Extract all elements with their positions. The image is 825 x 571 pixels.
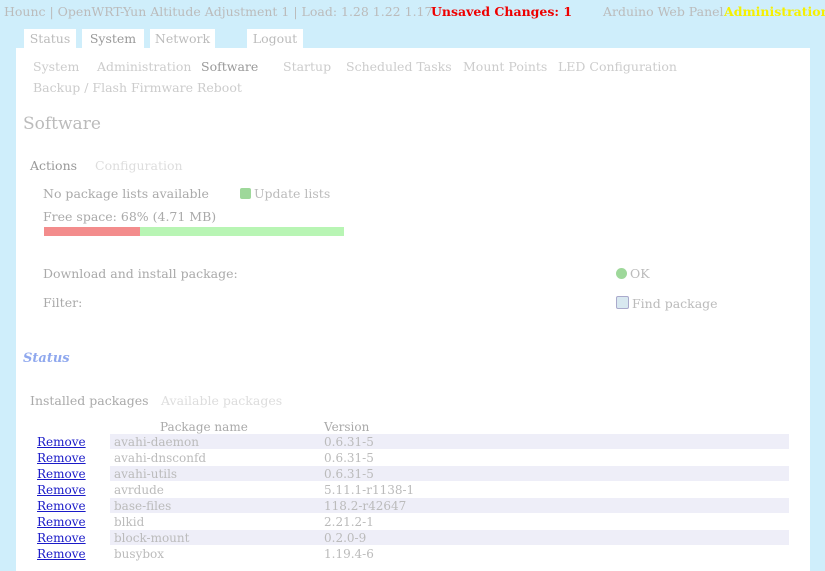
table-row: Remove base-files 118.2-r42647 xyxy=(33,497,789,514)
package-name-cell: avahi-utils xyxy=(110,465,320,482)
package-name-cell: busybox xyxy=(110,545,320,562)
subnav-scheduled-tasks[interactable]: Scheduled Tasks xyxy=(346,59,452,74)
package-version-cell: 5.11.1-r1138-1 xyxy=(320,481,789,498)
no-package-lists-label: No package lists available xyxy=(43,186,209,201)
table-row: Remove avahi-daemon 0.6.31-5 xyxy=(33,434,789,450)
subnav-system[interactable]: System xyxy=(33,59,79,74)
table-row: Remove avahi-utils 0.6.31-5 xyxy=(33,465,789,482)
subnav-led-configuration[interactable]: LED Configuration xyxy=(558,59,677,74)
package-version-cell: 1.19.4-6 xyxy=(320,545,789,562)
installed-packages-table: Package name Version Remove avahi-daemon 0… xyxy=(33,420,789,562)
remove-link[interactable]: Remove xyxy=(37,531,86,545)
ok-button[interactable]: OK xyxy=(616,266,650,281)
table-header-package-name: Package name xyxy=(160,420,248,434)
checkmark-icon xyxy=(616,268,627,279)
refresh-icon xyxy=(240,188,251,199)
table-row: Remove block-mount 0.2.0-9 xyxy=(33,529,789,546)
administration-link[interactable]: Administration xyxy=(724,4,825,19)
table-row: Remove avrdude 5.11.1-r1138-1 xyxy=(33,481,789,498)
tab-status[interactable]: Status xyxy=(24,29,76,49)
download-install-label: Download and install package: xyxy=(43,266,238,281)
remove-link[interactable]: Remove xyxy=(37,547,86,561)
tab-system[interactable]: System xyxy=(82,29,144,49)
page-title: Software xyxy=(23,114,101,134)
package-version-cell: 0.6.31-5 xyxy=(320,434,789,450)
remove-cell: Remove xyxy=(33,513,110,530)
remove-link[interactable]: Remove xyxy=(37,483,86,497)
package-name-cell: avahi-dnsconfd xyxy=(110,449,320,466)
package-name-cell: blkid xyxy=(110,513,320,530)
subnav-mount-points[interactable]: Mount Points xyxy=(463,59,547,74)
tab-installed-packages[interactable]: Installed packages xyxy=(30,393,149,408)
subnav-startup[interactable]: Startup xyxy=(283,59,331,74)
tab-network[interactable]: Network xyxy=(150,29,215,49)
subnav-administration[interactable]: Administration xyxy=(97,59,191,74)
update-lists-label: Update lists xyxy=(254,186,331,201)
search-icon xyxy=(616,296,629,309)
remove-link[interactable]: Remove xyxy=(37,515,86,529)
find-package-button[interactable]: Find package xyxy=(616,296,718,311)
remove-cell: Remove xyxy=(33,465,110,482)
package-version-cell: 0.6.31-5 xyxy=(320,449,789,466)
remove-link[interactable]: Remove xyxy=(37,499,86,513)
web-panel-link[interactable]: Arduino Web Panel xyxy=(603,4,724,19)
main-tabs: Status System Network Logout xyxy=(0,29,825,49)
tab-actions[interactable]: Actions xyxy=(30,158,77,173)
status-heading: Status xyxy=(23,351,70,366)
remove-cell: Remove xyxy=(33,449,110,466)
free-space-bar xyxy=(44,227,344,236)
tab-available-packages[interactable]: Available packages xyxy=(161,393,282,408)
tab-logout[interactable]: Logout xyxy=(247,29,303,49)
package-rows: Remove avahi-daemon 0.6.31-5 Remove avahi-dn… xyxy=(33,434,789,562)
host-info: Hounc | OpenWRT-Yun Altitude Adjustment … xyxy=(4,4,433,19)
remove-cell: Remove xyxy=(33,545,110,562)
package-version-cell: 118.2-r42647 xyxy=(320,497,789,514)
table-header-blank xyxy=(33,420,110,434)
free-space-label: Free space: 68% (4.71 MB) xyxy=(43,209,217,224)
package-name-cell: block-mount xyxy=(110,529,320,546)
package-version-cell: 2.21.2-1 xyxy=(320,513,789,530)
remove-link[interactable]: Remove xyxy=(37,435,86,449)
package-name-cell: base-files xyxy=(110,497,320,514)
subnav-software[interactable]: Software xyxy=(201,59,258,74)
table-header-version: Version xyxy=(324,420,370,434)
remove-cell: Remove xyxy=(33,481,110,498)
find-package-label: Find package xyxy=(632,296,718,311)
unsaved-changes-link[interactable]: Unsaved Changes: 1 xyxy=(431,4,572,19)
remove-link[interactable]: Remove xyxy=(37,451,86,465)
tab-configuration[interactable]: Configuration xyxy=(95,158,183,173)
remove-cell: Remove xyxy=(33,497,110,514)
package-version-cell: 0.2.0-9 xyxy=(320,529,789,546)
table-row: Remove busybox 1.19.4-6 xyxy=(33,545,789,562)
top-header: Hounc | OpenWRT-Yun Altitude Adjustment … xyxy=(0,0,825,24)
package-name-cell: avahi-daemon xyxy=(110,434,320,450)
ok-label: OK xyxy=(630,266,650,281)
subnav-backup-flash[interactable]: Backup / Flash Firmware xyxy=(33,80,193,95)
update-lists-button[interactable]: Update lists xyxy=(240,186,330,201)
subnav-reboot[interactable]: Reboot xyxy=(197,80,242,95)
table-row: Remove blkid 2.21.2-1 xyxy=(33,513,789,530)
free-space-used xyxy=(44,227,140,236)
table-row: Remove avahi-dnsconfd 0.6.31-5 xyxy=(33,449,789,466)
remove-cell: Remove xyxy=(33,434,110,450)
package-version-cell: 0.6.31-5 xyxy=(320,465,789,482)
remove-link[interactable]: Remove xyxy=(37,467,86,481)
remove-cell: Remove xyxy=(33,529,110,546)
package-name-cell: avrdude xyxy=(110,481,320,498)
filter-label: Filter: xyxy=(43,295,83,310)
